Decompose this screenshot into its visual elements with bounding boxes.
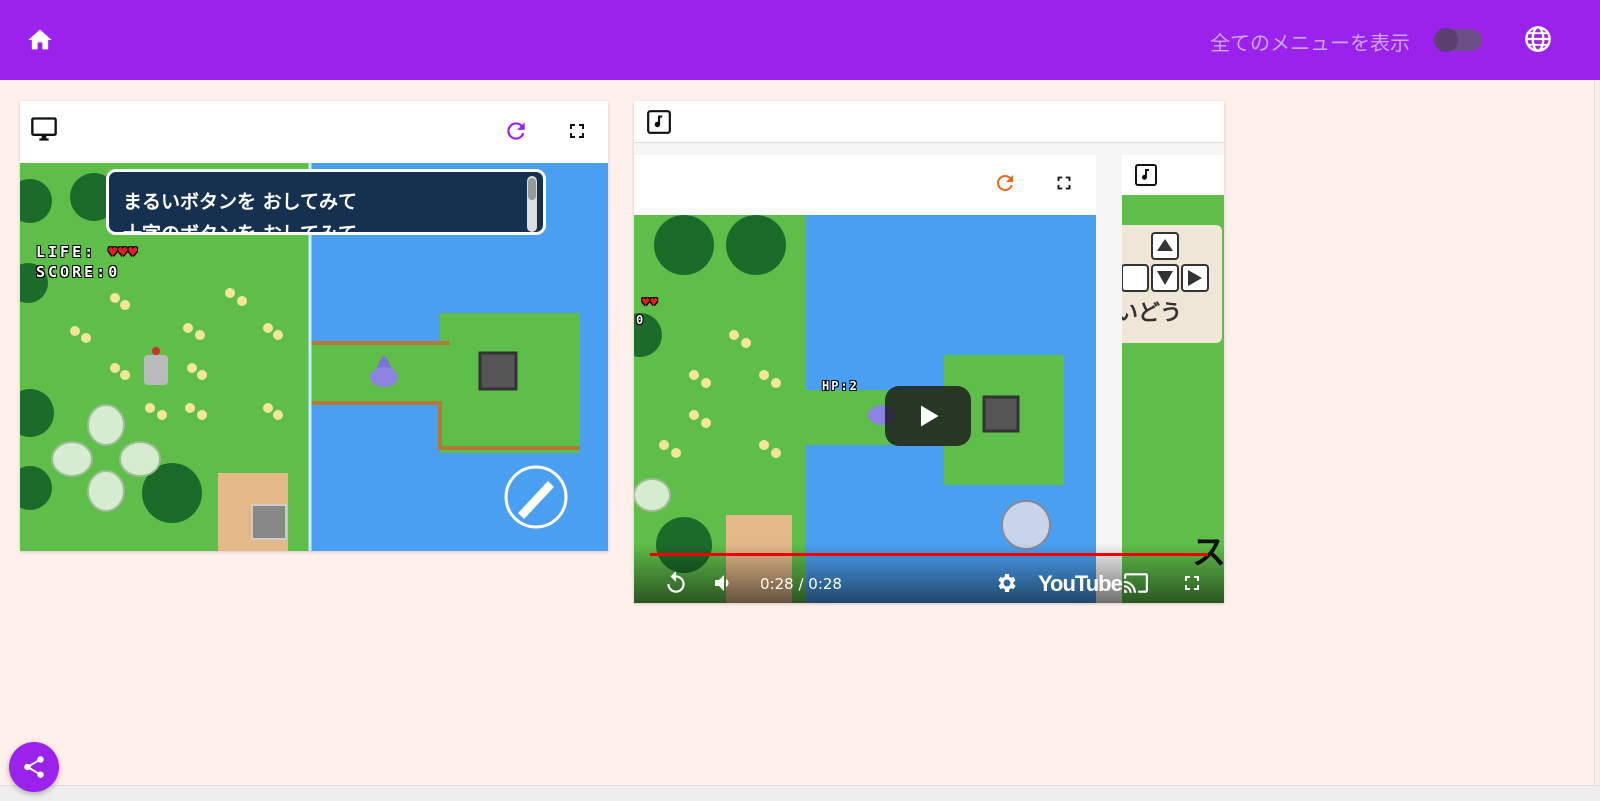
fullscreen-icon xyxy=(1057,176,1071,190)
inner-hearts: ♥♥ xyxy=(642,295,659,309)
page-scrollbar[interactable] xyxy=(1594,80,1600,785)
toggle-knob xyxy=(1434,28,1458,52)
music-card: ♥♥ 0 HP:2 いどう 0:28 / 0:28 YouTube xyxy=(634,101,1224,603)
replay-icon xyxy=(667,571,685,593)
volume-icon xyxy=(715,575,729,591)
monitor-button xyxy=(30,115,58,143)
music-card-header xyxy=(634,101,1224,143)
bottom-scrollbar[interactable] xyxy=(0,785,1600,801)
gear-icon xyxy=(998,574,1016,592)
fullscreen-icon xyxy=(1185,576,1199,590)
home-icon xyxy=(28,29,52,50)
share-icon xyxy=(24,756,44,778)
share-button[interactable] xyxy=(9,742,59,792)
video-fullscreen-button[interactable] xyxy=(1178,569,1206,597)
music-embed-area: ♥♥ 0 HP:2 いどう xyxy=(634,143,1224,603)
life-hud: LIFE: ♥♥♥ xyxy=(36,243,138,261)
reload-icon xyxy=(997,175,1013,191)
life-label: LIFE: xyxy=(36,243,97,261)
inner-reload-button[interactable] xyxy=(991,169,1019,197)
volume-button[interactable] xyxy=(710,569,738,597)
settings-button[interactable] xyxy=(992,569,1020,597)
app-bar: 全てのメニューを表示 xyxy=(0,0,1600,80)
reload-button[interactable] xyxy=(502,117,530,145)
score-label: SCORE: xyxy=(36,263,109,281)
game-card: まるいボタンを おしてみて 十字のボタンを おしてみて LIFE: ♥♥♥ SC… xyxy=(20,101,608,551)
message-line-2: 十字のボタンを おしてみて xyxy=(123,223,358,235)
video-progress-bar[interactable] xyxy=(650,553,1208,556)
controls-panel: いどう xyxy=(1122,225,1222,343)
message-line-1: まるいボタンを おしてみて xyxy=(123,191,358,213)
video-play-button[interactable] xyxy=(885,386,971,446)
message-box[interactable]: まるいボタンを おしてみて 十字のボタンを おしてみて xyxy=(106,169,546,235)
home-button[interactable] xyxy=(24,24,56,56)
music-note-icon xyxy=(647,110,671,134)
music-note-icon xyxy=(1135,164,1157,186)
show-all-menus-toggle[interactable] xyxy=(1434,28,1482,52)
inner-fullscreen-button[interactable] xyxy=(1050,169,1078,197)
globe-icon xyxy=(1525,26,1551,52)
video-controls: 0:28 / 0:28 YouTube xyxy=(634,565,1224,601)
youtube-logo[interactable]: YouTube xyxy=(1038,571,1123,597)
cast-button[interactable] xyxy=(1122,569,1150,597)
reload-icon xyxy=(507,122,525,140)
score-hud: SCORE:0 xyxy=(36,263,120,281)
fullscreen-icon xyxy=(570,124,584,138)
enemy-hp-label: HP:2 xyxy=(822,379,859,393)
language-button[interactable] xyxy=(1522,23,1554,55)
video-time: 0:28 / 0:28 xyxy=(760,575,842,593)
fullscreen-button[interactable] xyxy=(563,117,591,145)
cast-icon xyxy=(1124,573,1148,593)
show-all-menus-label: 全てのメニューを表示 xyxy=(1210,31,1410,55)
score-value: 0 xyxy=(108,263,121,281)
message-scrollbar[interactable] xyxy=(527,176,537,232)
side-game-view[interactable]: いどう ス xyxy=(1122,195,1224,603)
replay-button[interactable] xyxy=(662,569,690,597)
game-canvas[interactable]: まるいボタンを おしてみて 十字のボタンを おしてみて LIFE: ♥♥♥ SC… xyxy=(20,163,608,551)
play-icon xyxy=(921,405,939,427)
heart-icons: ♥♥♥ xyxy=(108,243,139,261)
move-label: いどう xyxy=(1122,301,1183,326)
inner-score: 0 xyxy=(636,313,647,327)
embedded-game-card: ♥♥ 0 HP:2 xyxy=(634,155,1096,603)
monitor-icon xyxy=(31,117,57,141)
side-embed-card: いどう ス xyxy=(1122,155,1224,603)
